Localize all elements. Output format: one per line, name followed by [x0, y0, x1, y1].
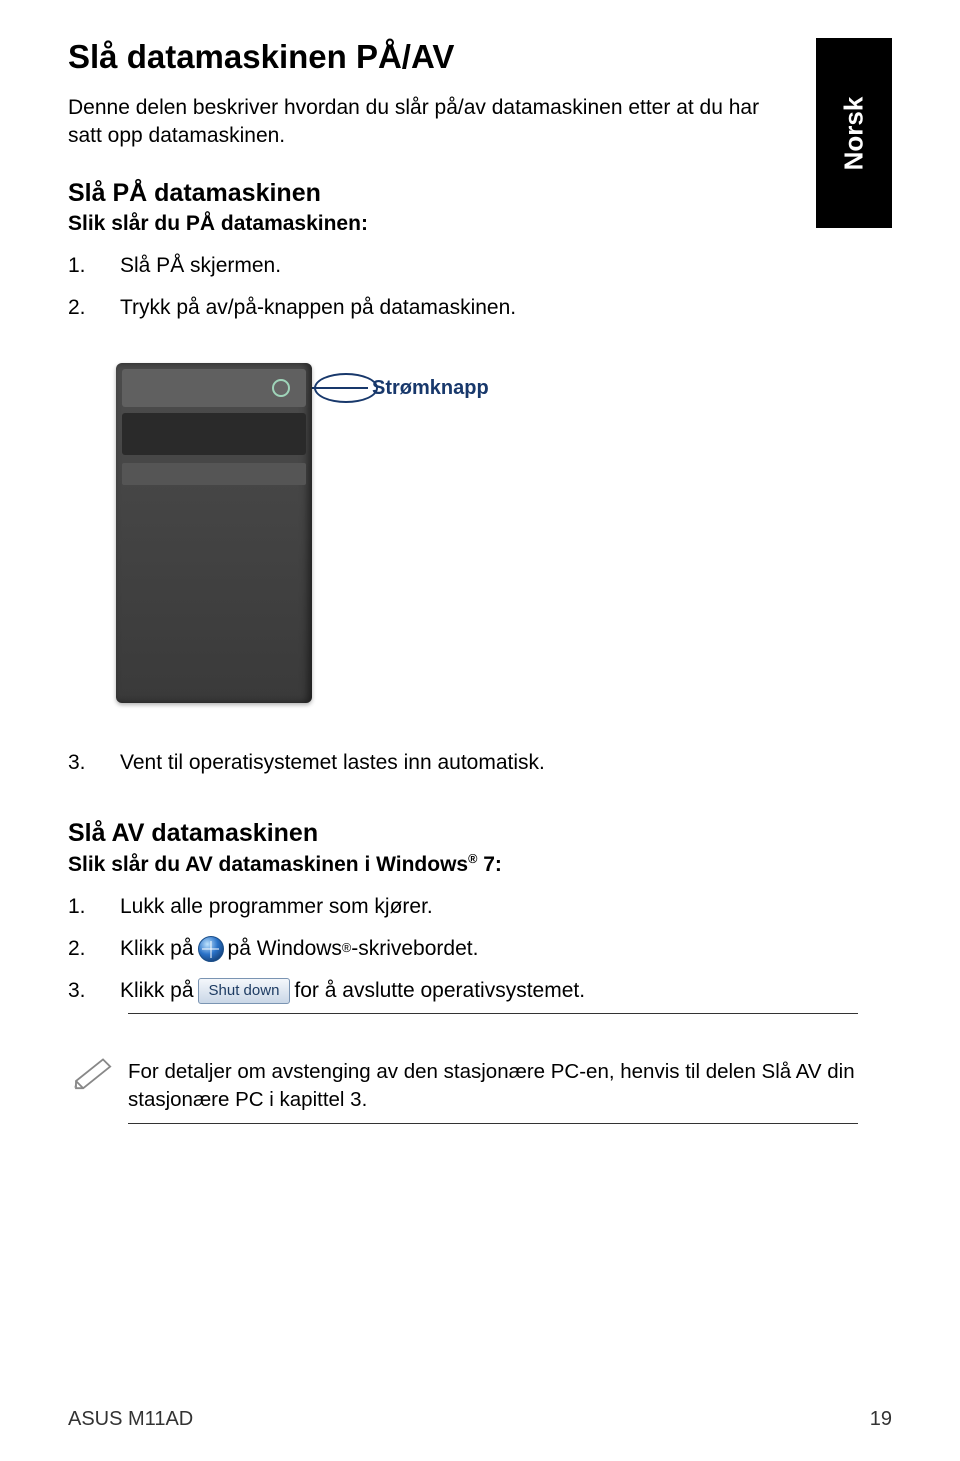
text: på Windows	[228, 929, 342, 969]
lead-prefix: Slik slår du AV datamaskinen i Windows	[68, 853, 468, 876]
step-text: Lukk alle programmer som kjører.	[120, 887, 892, 927]
step-number: 3.	[68, 971, 120, 1011]
list-item: 2. Trykk på av/på-knappen på datamaskine…	[68, 288, 892, 328]
step-number: 3.	[68, 743, 120, 783]
windows-start-orb-icon	[198, 936, 224, 962]
text: Klikk på	[120, 971, 194, 1011]
footer-model: ASUS M11AD	[68, 1408, 193, 1431]
page-footer: ASUS M11AD 19	[68, 1408, 892, 1431]
step-number: 2.	[68, 929, 120, 969]
step-text: Slå PÅ skjermen.	[120, 246, 892, 286]
note-pencil-icon	[72, 1048, 128, 1095]
power-on-heading: Slå PÅ datamaskinen	[68, 179, 892, 208]
power-off-steps: 1. Lukk alle programmer som kjører. 2. K…	[68, 887, 892, 1011]
computer-tower-illustration	[116, 363, 312, 703]
list-item: 1. Slå PÅ skjermen.	[68, 246, 892, 286]
power-button-label: Strømknapp	[372, 377, 489, 400]
intro-paragraph: Denne delen beskriver hvordan du slår på…	[68, 94, 768, 151]
step-text: Klikk på Shut down for å avslutte operat…	[120, 971, 892, 1011]
lead-suffix: 7:	[477, 853, 502, 876]
language-tab-label: Norsk	[838, 96, 869, 170]
footer-page-number: 19	[870, 1408, 892, 1431]
list-item: 3. Vent til operatisystemet lastes inn a…	[68, 743, 892, 783]
list-item: 3. Klikk på Shut down for å avslutte ope…	[68, 971, 892, 1011]
power-off-heading: Slå AV datamaskinen	[68, 819, 892, 848]
power-button-icon	[272, 379, 290, 397]
computer-figure: Strømknapp	[116, 363, 892, 703]
power-on-lead: Slik slår du PÅ datamaskinen:	[68, 212, 892, 236]
power-off-lead: Slik slår du AV datamaskinen i Windows® …	[68, 852, 892, 877]
step-number: 2.	[68, 288, 120, 328]
shutdown-label: Shut down	[198, 978, 291, 1004]
text: for å avslutte operativsystemet.	[294, 971, 585, 1011]
text: -skrivebordet.	[351, 929, 478, 969]
step-text: Vent til operatisystemet lastes inn auto…	[120, 743, 892, 783]
note-text: For detaljer om avstenging av den stasjo…	[128, 1048, 862, 1123]
step-number: 1.	[68, 246, 120, 286]
text: Klikk på	[120, 929, 194, 969]
list-item: 2. Klikk på på Windows®-skrivebordet.	[68, 929, 892, 969]
note-block: For detaljer om avstenging av den stasjo…	[72, 1048, 862, 1123]
language-tab: Norsk	[816, 38, 892, 228]
step-number: 1.	[68, 887, 120, 927]
step-text: Klikk på på Windows®-skrivebordet.	[120, 929, 892, 969]
power-on-steps: 1. Slå PÅ skjermen. 2. Trykk på av/på-kn…	[68, 246, 892, 328]
step-text: Trykk på av/på-knappen på datamaskinen.	[120, 288, 892, 328]
shutdown-button-icon: Shut down	[198, 978, 291, 1004]
page-title: Slå datamaskinen PÅ/AV	[68, 38, 892, 76]
power-on-steps-cont: 3. Vent til operatisystemet lastes inn a…	[68, 743, 892, 783]
list-item: 1. Lukk alle programmer som kjører.	[68, 887, 892, 927]
